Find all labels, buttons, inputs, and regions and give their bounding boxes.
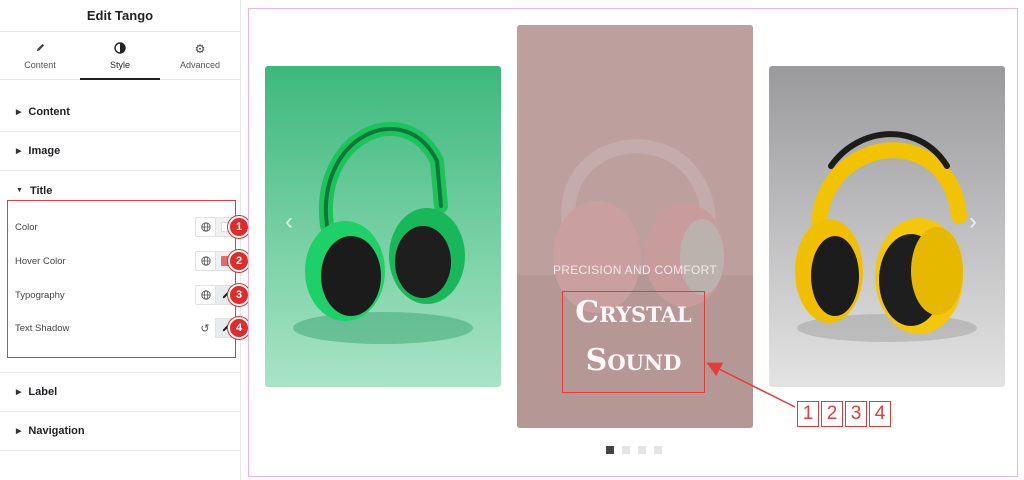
control-color-label: Color: [15, 221, 38, 233]
tab-content[interactable]: Content: [0, 32, 80, 79]
pencil-icon: [35, 42, 46, 56]
tab-style[interactable]: Style: [80, 32, 160, 80]
section-content-label: Content: [28, 106, 70, 118]
preview-canvas: ‹ PRECISION AND COMFORT Crystal Sound › …: [248, 8, 1018, 477]
control-text-shadow-label: Text Shadow: [15, 322, 70, 334]
control-hover-color-label: Hover Color: [15, 255, 66, 267]
caret-right-icon: ▶: [16, 148, 22, 155]
gear-icon: ⚙: [194, 41, 206, 56]
contrast-icon: [114, 41, 126, 56]
caret-right-icon: ▶: [16, 389, 22, 396]
tab-advanced-label: Advanced: [179, 59, 221, 70]
section-label[interactable]: ▶ Label: [0, 373, 241, 412]
section-label-label: Label: [28, 386, 58, 398]
globe-icon[interactable]: [195, 217, 215, 237]
control-color: Color: [15, 216, 237, 238]
tab-style-label: Style: [109, 59, 130, 70]
section-navigation[interactable]: ▶ Navigation: [0, 412, 241, 451]
control-typography-label: Typography: [15, 289, 65, 301]
reset-icon[interactable]: ↺: [195, 318, 215, 338]
control-hover-color: Hover Color: [15, 250, 237, 272]
control-typography: Typography: [15, 284, 237, 306]
section-image-label: Image: [28, 145, 61, 157]
badge-3: 3: [228, 284, 250, 306]
badge-2: 2: [228, 250, 250, 272]
section-title-label: Title: [29, 184, 53, 197]
globe-icon[interactable]: [195, 251, 215, 271]
tab-advanced[interactable]: ⚙ Advanced: [160, 32, 240, 79]
badge-4: 4: [228, 317, 250, 339]
section-navigation-label: Navigation: [28, 425, 85, 437]
annotation-arrow: [706, 362, 796, 408]
badge-1: 1: [228, 216, 250, 238]
control-text-shadow: Text Shadow ↺: [15, 317, 237, 339]
globe-icon[interactable]: [195, 285, 215, 305]
caret-right-icon: ▶: [16, 109, 22, 116]
panel-title: Edit Tango: [0, 0, 240, 32]
tab-content-label: Content: [24, 59, 56, 70]
panel-tabs: Content Style ⚙ Advanced: [0, 32, 240, 80]
caret-down-icon: ▼: [16, 187, 23, 194]
section-image[interactable]: ▶ Image: [0, 132, 240, 171]
caret-right-icon: ▶: [16, 428, 22, 435]
section-content[interactable]: ▶ Content: [0, 93, 240, 132]
